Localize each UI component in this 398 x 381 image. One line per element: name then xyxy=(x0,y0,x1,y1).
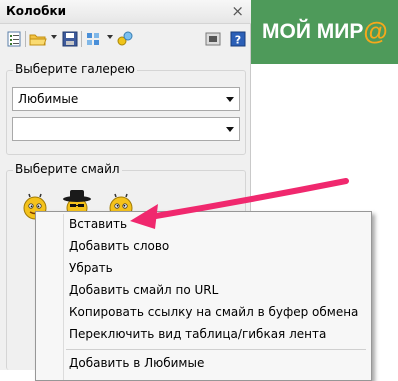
menu-item-label: Переключить вид таблица/гибкая лента xyxy=(69,327,327,341)
menu-divider xyxy=(66,349,366,350)
gallery-group: Выберите галерею Любимые xyxy=(6,62,246,155)
menu-item-label: Убрать xyxy=(69,261,113,275)
gallery-select[interactable]: Любимые xyxy=(12,87,240,111)
folder-icon[interactable] xyxy=(29,30,47,48)
smiley-label: Выберите смайл xyxy=(13,162,122,176)
banner-text: МОЙ МИР xyxy=(262,20,364,43)
save-icon[interactable] xyxy=(61,30,79,48)
moi-mir-banner[interactable]: МОЙ МИР@ xyxy=(251,0,398,64)
gallery-label: Выберите галерею xyxy=(13,62,137,76)
menu-item-label: Добавить слово xyxy=(69,239,170,253)
menu-item-toggle-view[interactable]: Переключить вид таблица/гибкая лента xyxy=(38,324,369,346)
at-icon: @ xyxy=(363,18,388,46)
chevron-down-icon xyxy=(226,97,234,102)
menu-item-add-favorites[interactable]: Добавить в Любимые xyxy=(38,353,369,375)
menu-item-label: Вставить xyxy=(69,217,128,231)
menu-item-label: Добавить смайл по URL xyxy=(69,283,219,297)
panel-title: Колобки xyxy=(6,4,67,18)
menu-item-insert[interactable]: Вставить xyxy=(38,214,369,236)
menu-item-add-word[interactable]: Добавить слово xyxy=(38,236,369,258)
view-dropdown-icon[interactable] xyxy=(107,35,113,39)
settings-icon[interactable] xyxy=(204,30,222,48)
chevron-down-icon xyxy=(226,127,234,132)
close-icon[interactable]: × xyxy=(231,2,244,20)
gallery-select-value: Любимые xyxy=(18,92,79,106)
panel-header: Колобки × xyxy=(0,0,251,24)
banner-logo: МОЙ МИР@ xyxy=(262,18,388,47)
help-icon[interactable]: ? xyxy=(229,30,247,48)
smileys-icon[interactable] xyxy=(116,30,134,48)
toolbar: ? xyxy=(0,28,251,54)
menu-item-add-by-url[interactable]: Добавить смайл по URL xyxy=(38,280,369,302)
context-menu: Вставить Добавить слово Убрать Добавить … xyxy=(35,211,372,381)
menu-item-label: Добавить в Любимые xyxy=(69,356,205,370)
menu-item-label: Копировать ссылку на смайл в буфер обмен… xyxy=(69,305,359,319)
menu-item-copy-link[interactable]: Копировать ссылку на смайл в буфер обмен… xyxy=(38,302,369,324)
subgallery-select[interactable] xyxy=(12,117,240,141)
svg-text:?: ? xyxy=(235,34,241,47)
menu-item-remove[interactable]: Убрать xyxy=(38,258,369,280)
folder-dropdown-icon[interactable] xyxy=(51,35,57,39)
view-icon[interactable] xyxy=(86,30,104,48)
properties-icon[interactable] xyxy=(5,30,23,48)
